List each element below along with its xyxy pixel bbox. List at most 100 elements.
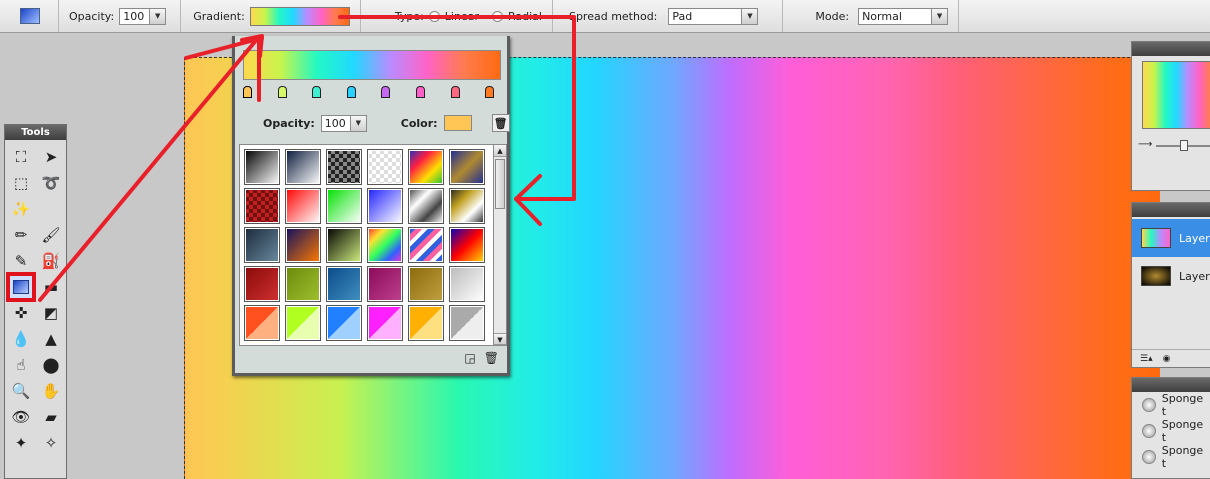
- new-preset-icon[interactable]: ◲: [464, 351, 475, 365]
- gradient-preset[interactable]: [367, 266, 403, 302]
- gradient-preset[interactable]: [408, 227, 444, 263]
- lasso-tool[interactable]: ➰: [38, 170, 64, 196]
- chevron-down-icon[interactable]: ▼: [741, 8, 758, 24]
- clone-tool[interactable]: ✜: [8, 300, 34, 326]
- gradient-preset[interactable]: [326, 227, 362, 263]
- color-stop[interactable]: [312, 86, 322, 98]
- color-picker-tool[interactable]: ▬: [38, 274, 64, 300]
- delete-preset-icon[interactable]: 🗑: [484, 351, 499, 365]
- bandage-icon: ▰: [45, 408, 57, 426]
- chevron-down-icon[interactable]: ▼: [349, 115, 366, 131]
- color-stop[interactable]: [450, 86, 460, 98]
- presets-scrollbar[interactable]: ▲ ▼: [493, 144, 507, 346]
- crop-tool[interactable]: ⛶: [8, 144, 34, 170]
- zoom-knob[interactable]: [1180, 140, 1188, 151]
- chevron-down-icon[interactable]: ▼: [149, 8, 166, 24]
- gradient-preset[interactable]: [367, 227, 403, 263]
- paint-bucket-tool[interactable]: ⛽: [38, 248, 64, 274]
- sponge-tool[interactable]: ⬤: [38, 352, 64, 378]
- eye-icon: 👁: [11, 408, 31, 426]
- gradient-preset[interactable]: [285, 149, 321, 185]
- gradient-preset[interactable]: [408, 305, 444, 341]
- mode-select[interactable]: Normal ▼: [858, 7, 949, 25]
- type-linear-radio[interactable]: [428, 10, 440, 22]
- gradient-swatch-button[interactable]: [249, 6, 350, 26]
- history-label: Sponge t: [1161, 418, 1204, 444]
- hand-tool[interactable]: ✋: [38, 378, 64, 404]
- gradient-preset[interactable]: [326, 305, 362, 341]
- gradient-preset[interactable]: [367, 305, 403, 341]
- history-item[interactable]: Sponge t: [1132, 392, 1210, 418]
- current-tool-indicator: [0, 0, 59, 32]
- shape-tool[interactable]: ◩: [38, 300, 64, 326]
- gradient-preset[interactable]: [285, 305, 321, 341]
- magic-wand-tool[interactable]: ✨: [8, 196, 34, 222]
- gradient-preset[interactable]: [367, 188, 403, 224]
- gradient-preview-bar[interactable]: [243, 50, 501, 80]
- delete-stop-button[interactable]: 🗑: [491, 114, 510, 132]
- red-eye-tool[interactable]: 👁: [8, 404, 34, 430]
- zoom-slider[interactable]: ⟶: [1138, 139, 1210, 153]
- type-radial-radio[interactable]: [491, 10, 503, 22]
- gradient-preset[interactable]: [285, 188, 321, 224]
- gradient-preset[interactable]: [408, 266, 444, 302]
- gradient-group: Gradient:: [181, 0, 361, 32]
- gradient-preset[interactable]: [244, 188, 280, 224]
- scroll-up-icon[interactable]: ▲: [494, 145, 506, 157]
- eraser-tool[interactable]: ✎: [8, 248, 34, 274]
- gradient-preset[interactable]: [244, 305, 280, 341]
- gradient-preset[interactable]: [326, 266, 362, 302]
- zoom-tool[interactable]: 🔍: [8, 378, 34, 404]
- spread-method-select[interactable]: Pad ▼: [668, 7, 759, 25]
- color-stop[interactable]: [277, 86, 287, 98]
- navigator-thumbnail[interactable]: [1142, 61, 1210, 129]
- layer-mask-icon[interactable]: ◉: [1163, 354, 1171, 364]
- bloat-tool[interactable]: ✦: [8, 430, 34, 456]
- gradient-preset[interactable]: [285, 266, 321, 302]
- gradient-preset[interactable]: [285, 227, 321, 263]
- color-stop[interactable]: [485, 86, 495, 98]
- gradient-preset[interactable]: [244, 227, 280, 263]
- gradient-preset[interactable]: [244, 149, 280, 185]
- gradient-preset[interactable]: [326, 149, 362, 185]
- color-picker-icon: ▬: [43, 278, 59, 296]
- gradient-preset[interactable]: [449, 149, 485, 185]
- gradient-preset[interactable]: [449, 188, 485, 224]
- tools-panel: Tools ⛶ ➤ ⬚ ➰ ✨ ✏ 🖌 ✎ ⛽ ▬ ✜ ◩ 💧 ▲ ☝ ⬤ 🔍 ✋ 👁 ▰ ✦ ✧: [4, 124, 67, 479]
- smudge-tool[interactable]: ☝: [8, 352, 34, 378]
- layer-row[interactable]: Layer: [1132, 257, 1210, 295]
- scroll-thumb[interactable]: [495, 159, 505, 209]
- history-item[interactable]: Sponge t: [1132, 444, 1210, 470]
- brush-tool[interactable]: 🖌: [38, 222, 64, 248]
- layer-row[interactable]: Layer: [1132, 219, 1210, 257]
- gradient-preset[interactable]: [244, 266, 280, 302]
- gradient-preset[interactable]: [408, 188, 444, 224]
- stop-opacity-combo[interactable]: 100 ▼: [320, 114, 367, 132]
- sharpen-tool[interactable]: ▲: [38, 326, 64, 352]
- move-tool[interactable]: ➤: [38, 144, 64, 170]
- gradient-preset[interactable]: [326, 188, 362, 224]
- scroll-down-icon[interactable]: ▼: [494, 333, 506, 345]
- color-stop[interactable]: [381, 86, 391, 98]
- blur-tool[interactable]: 💧: [8, 326, 34, 352]
- zoom-out-icon[interactable]: ⟶: [1138, 139, 1152, 150]
- color-stop[interactable]: [416, 86, 425, 98]
- pinch-tool[interactable]: ✧: [38, 430, 64, 456]
- gradient-preset[interactable]: [449, 227, 485, 263]
- pencil-tool[interactable]: ✏: [8, 222, 34, 248]
- history-item[interactable]: Sponge t: [1132, 418, 1210, 444]
- opacity-combo[interactable]: 100 ▼: [119, 7, 167, 25]
- gradient-preset[interactable]: [408, 149, 444, 185]
- layer-thumbnail: [1141, 228, 1171, 248]
- bandage-tool[interactable]: ▰: [38, 404, 64, 430]
- color-stop[interactable]: [243, 86, 252, 98]
- stop-color-swatch[interactable]: [443, 115, 472, 131]
- chevron-down-icon[interactable]: ▼: [931, 8, 948, 24]
- gradient-preset[interactable]: [449, 305, 485, 341]
- color-stop[interactable]: [346, 86, 356, 98]
- gradient-tool[interactable]: [6, 272, 36, 302]
- layer-settings-icon[interactable]: ☰▴: [1140, 354, 1153, 364]
- gradient-preset[interactable]: [367, 149, 403, 185]
- gradient-preset[interactable]: [449, 266, 485, 302]
- marquee-tool[interactable]: ⬚: [8, 170, 34, 196]
